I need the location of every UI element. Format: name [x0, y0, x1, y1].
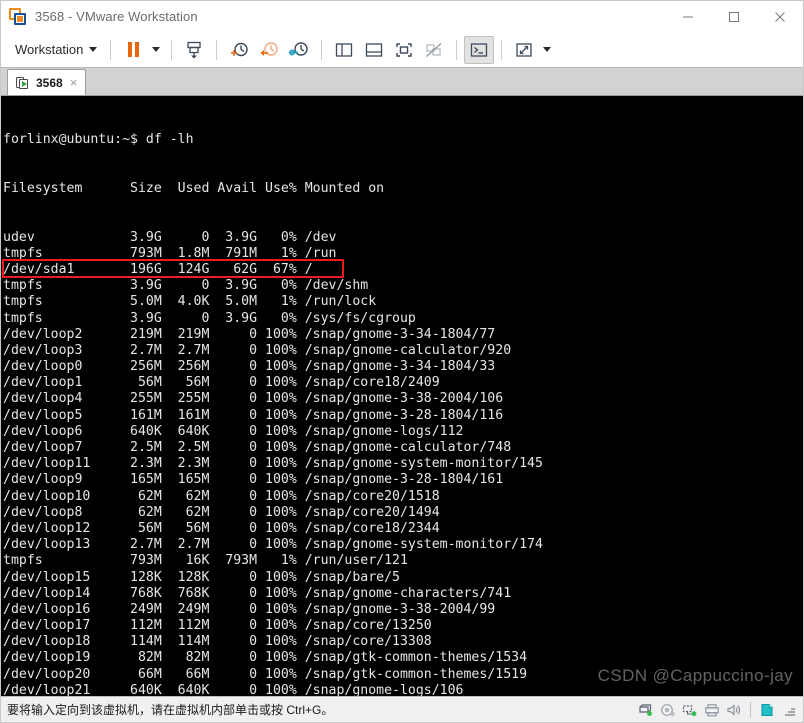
minimize-button[interactable]	[665, 1, 711, 32]
network-adapter-status-icon[interactable]	[682, 703, 698, 717]
status-device-icons	[638, 701, 799, 718]
tab-3568[interactable]: 3568 ×	[7, 69, 87, 95]
close-icon[interactable]: ×	[69, 76, 79, 89]
watermark: CSDN @Cappuccino-jay	[597, 666, 793, 685]
panel-bottom-icon	[366, 42, 383, 57]
terminal-row: /dev/loop12 56M 56M 0 100% /snap/core18/…	[3, 520, 440, 536]
workstation-menu-button[interactable]: Workstation	[9, 39, 103, 60]
terminal-row: /dev/loop2 219M 219M 0 100% /snap/gnome-…	[3, 326, 496, 342]
cd-dvd-status-icon[interactable]	[660, 703, 676, 717]
terminal-header-line: Filesystem Size Used Avail Use% Mounted …	[3, 181, 385, 196]
terminal-row: /dev/loop8 62M 62M 0 100% /snap/core20/1…	[3, 504, 440, 520]
stretch-guest-button[interactable]	[509, 36, 539, 64]
vm-running-icon	[16, 76, 30, 90]
terminal-rows: udev 3.9G 0 3.9G 0% /dev tmpfs 793M 1.8M …	[3, 230, 803, 696]
pause-vm-button[interactable]	[118, 36, 148, 64]
terminal-row: /dev/loop18 114M 114M 0 100% /snap/core/…	[3, 634, 432, 650]
unity-mode-button[interactable]	[419, 36, 449, 64]
hard-disk-status-icon[interactable]	[638, 703, 654, 717]
show-thumbnails-button[interactable]	[359, 36, 389, 64]
toolbar-separator	[216, 39, 218, 60]
terminal-row: /dev/loop6 640K 640K 0 100% /snap/gnome-…	[3, 423, 464, 439]
clock-wrench-icon	[289, 41, 309, 56]
show-library-button[interactable]	[329, 36, 359, 64]
workstation-menu-label: Workstation	[15, 42, 84, 57]
pause-icon	[127, 42, 139, 57]
terminal-row: /dev/loop13 2.7M 2.7M 0 100% /snap/gnome…	[3, 537, 543, 553]
terminal-row: tmpfs 793M 1.8M 791M 1% /run	[3, 245, 337, 261]
terminal-row: /dev/loop14 768K 768K 0 100% /snap/gnome…	[3, 585, 512, 601]
pause-dropdown-button[interactable]	[148, 36, 164, 64]
window-controls	[665, 1, 803, 32]
terminal-row: /dev/loop9 165M 165M 0 100% /snap/gnome-…	[3, 472, 504, 488]
terminal-row: /dev/loop19 82M 82M 0 100% /snap/gtk-com…	[3, 650, 528, 666]
vmware-logo-icon	[9, 7, 27, 26]
fullscreen-brackets-icon	[396, 42, 413, 57]
terminal-row: /dev/loop15 128K 128K 0 100% /snap/bare/…	[3, 569, 400, 585]
take-snapshot-icon	[187, 41, 202, 58]
chevron-down-icon	[89, 47, 98, 52]
vm-console-area[interactable]: forlinx@ubuntu:~$ df -lh Filesystem Size…	[1, 96, 803, 696]
printer-status-icon[interactable]	[704, 703, 720, 717]
terminal-row: tmpfs 793M 16K 793M 1% /run/user/121	[3, 553, 408, 569]
terminal-row: udev 3.9G 0 3.9G 0% /dev	[3, 229, 337, 245]
status-separator	[750, 701, 751, 718]
snapshot-plus-clock-icon	[231, 42, 249, 56]
terminal-row: /dev/loop17 112M 112M 0 100% /snap/core/…	[3, 618, 432, 634]
terminal-row: /dev/loop5 161M 161M 0 100% /snap/gnome-…	[3, 407, 504, 423]
panel-left-icon	[336, 42, 353, 57]
terminal-prompt-icon	[471, 42, 488, 57]
toolbar-separator	[501, 39, 503, 60]
chevron-down-icon	[152, 47, 161, 52]
terminal-output: forlinx@ubuntu:~$ df -lh Filesystem Size…	[1, 96, 803, 696]
fullscreen-button[interactable]	[389, 36, 419, 64]
status-message: 要将输入定向到该虚拟机，请在虚拟机内部单击或按 Ctrl+G。	[7, 703, 334, 717]
window-title: 3568 - VMware Workstation	[35, 9, 198, 24]
terminal-row: /dev/loop11 2.3M 2.3M 0 100% /snap/gnome…	[3, 456, 543, 472]
vmware-workstation-window: 3568 - VMware Workstation Workstation 35…	[0, 0, 804, 723]
terminal-row: /dev/loop4 255M 255M 0 100% /snap/gnome-…	[3, 391, 504, 407]
resize-grip-icon[interactable]	[781, 703, 795, 717]
terminal-row: /dev/loop16 249M 249M 0 100% /snap/gnome…	[3, 601, 496, 617]
terminal-row: /dev/loop1 56M 56M 0 100% /snap/core18/2…	[3, 375, 440, 391]
snapshot-button[interactable]	[179, 36, 209, 64]
terminal-row: tmpfs 3.9G 0 3.9G 0% /dev/shm	[3, 278, 369, 294]
usb-devices-status-icon[interactable]	[759, 703, 775, 717]
expand-diagonal-icon	[516, 42, 533, 57]
main-toolbar: Workstation	[1, 32, 803, 68]
terminal-row: /dev/loop7 2.5M 2.5M 0 100% /snap/gnome-…	[3, 440, 512, 456]
terminal-prompt-line: forlinx@ubuntu:~$ df -lh	[3, 132, 194, 148]
snapshot-settings-button[interactable]	[284, 36, 314, 64]
status-bar: 要将输入定向到该虚拟机，请在虚拟机内部单击或按 Ctrl+G。	[1, 696, 803, 722]
toolbar-separator	[321, 39, 323, 60]
stretch-dropdown-button[interactable]	[539, 36, 555, 64]
maximize-button[interactable]	[711, 1, 757, 32]
sound-card-status-icon[interactable]	[726, 703, 742, 717]
vm-tab-strip: 3568 ×	[1, 68, 803, 96]
chevron-down-icon	[543, 47, 552, 52]
tab-label: 3568	[36, 75, 63, 90]
revert-clock-arrow-icon	[260, 41, 279, 56]
terminal-row: tmpfs 5.0M 4.0K 5.0M 1% /run/lock	[3, 294, 377, 310]
terminal-row: /dev/loop0 256M 256M 0 100% /snap/gnome-…	[3, 359, 496, 375]
title-bar: 3568 - VMware Workstation	[1, 1, 803, 32]
terminal-row: /dev/loop10 62M 62M 0 100% /snap/core20/…	[3, 488, 440, 504]
close-button[interactable]	[757, 1, 803, 32]
console-view-button[interactable]	[464, 35, 495, 64]
unity-mode-disabled-icon	[426, 42, 442, 57]
revert-snapshot-button[interactable]	[254, 36, 284, 64]
terminal-row: /dev/sda1 196G 124G 62G 67% /	[3, 261, 313, 277]
toolbar-separator	[171, 39, 173, 60]
toolbar-separator	[110, 39, 112, 60]
snapshot-manager-button[interactable]	[224, 36, 254, 64]
terminal-row: /dev/loop3 2.7M 2.7M 0 100% /snap/gnome-…	[3, 342, 512, 358]
toolbar-separator	[456, 39, 458, 60]
terminal-row: tmpfs 3.9G 0 3.9G 0% /sys/fs/cgroup	[3, 310, 416, 326]
